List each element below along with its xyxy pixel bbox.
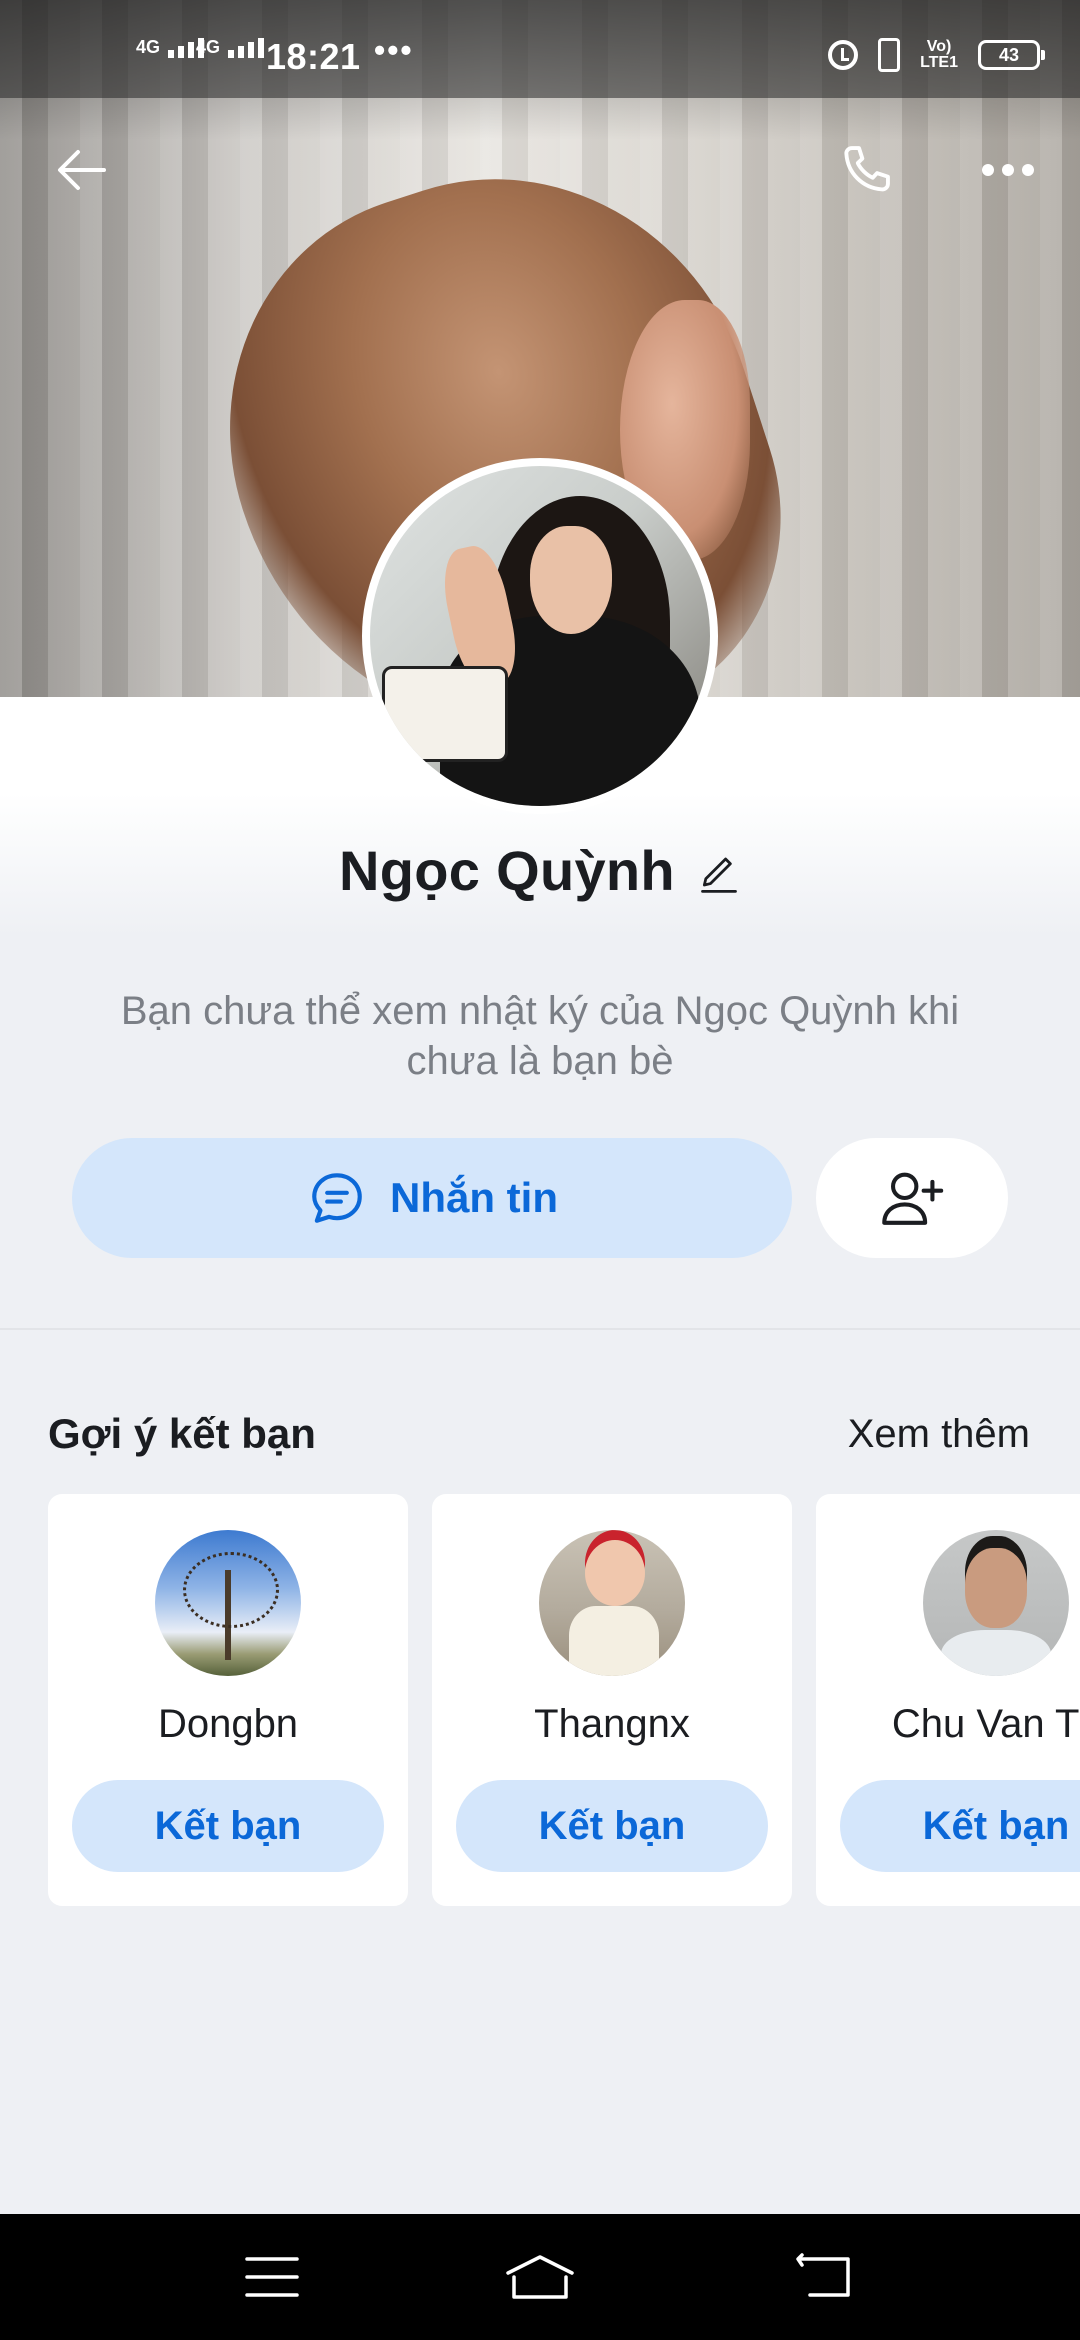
suggestion-name: Dongbn [157, 1702, 299, 1746]
add-user-icon [882, 1172, 944, 1225]
suggestions-title: Gợi ý kết bạn [48, 1410, 316, 1457]
suggestion-carousel[interactable]: Dongbn Kết bạn Thangnx Kết bạn Chu Van T… [48, 1494, 1080, 1906]
add-friend-suggestion-button[interactable]: Kết bạn [840, 1780, 1080, 1872]
battery-icon: 43 [978, 40, 1045, 70]
signal-icon-2: 4G [196, 37, 265, 58]
suggestion-avatar[interactable] [923, 1530, 1069, 1676]
signal-icon: 4G [136, 37, 205, 58]
suggestion-card[interactable]: Chu Van Tri Kết bạn [816, 1494, 1080, 1906]
suggestion-name: Chu Van Tri [891, 1702, 1080, 1746]
arrow-left-icon [58, 150, 106, 190]
alarm-icon [828, 40, 859, 70]
suggestion-avatar[interactable] [539, 1530, 685, 1676]
diary-privacy-notice: Bạn chưa thể xem nhật ký của Ngọc Quỳnh … [120, 989, 960, 1083]
profile-avatar[interactable] [362, 458, 718, 814]
notification-dots: ••• [374, 32, 414, 68]
status-bar: 4G 4G 18:21 ••• Vo) LTE1 43 [0, 0, 1080, 98]
clock: 18:21 [266, 36, 361, 77]
home-icon [506, 2255, 574, 2299]
profile-name-row: Ngọc Quỳnh [0, 838, 1080, 903]
suggestion-card[interactable]: Thangnx Kết bạn [432, 1494, 792, 1906]
profile-name: Ngọc Quỳnh [339, 839, 675, 902]
menu-icon [245, 2257, 299, 2297]
see-more-link[interactable]: Xem thêm [848, 1412, 1030, 1457]
network-type-1: 4G [136, 37, 161, 57]
message-button-label: Nhắn tin [390, 1174, 558, 1221]
back-arrow-icon [796, 2253, 850, 2297]
suggestion-name: Thangnx [534, 1702, 690, 1746]
home-key[interactable] [500, 2244, 580, 2310]
battery-level: 43 [998, 44, 1020, 65]
suggestion-avatar[interactable] [155, 1530, 301, 1676]
call-button[interactable] [826, 130, 906, 210]
volte-indicator: Vo) LTE1 [920, 38, 958, 71]
add-friend-suggestion-button[interactable]: Kết bạn [72, 1780, 384, 1872]
network-type-2: 4G [196, 37, 221, 57]
chat-bubble-icon [312, 1173, 362, 1223]
add-friend-button[interactable] [816, 1138, 1008, 1258]
edit-pencil-icon[interactable] [697, 852, 741, 896]
vibrate-icon [878, 38, 901, 72]
system-navigation-bar [0, 2214, 1080, 2340]
section-divider [0, 1328, 1080, 1330]
add-friend-suggestion-button[interactable]: Kết bạn [456, 1780, 768, 1872]
suggestion-card[interactable]: Dongbn Kết bạn [48, 1494, 408, 1906]
back-button[interactable] [42, 130, 122, 210]
back-key[interactable] [786, 2244, 866, 2310]
more-button[interactable] [968, 130, 1048, 210]
menu-key[interactable] [232, 2244, 312, 2310]
phone-icon [844, 146, 890, 192]
more-horizontal-icon [982, 164, 1034, 176]
avatar-image [370, 466, 710, 806]
message-button[interactable]: Nhắn tin [72, 1138, 792, 1258]
